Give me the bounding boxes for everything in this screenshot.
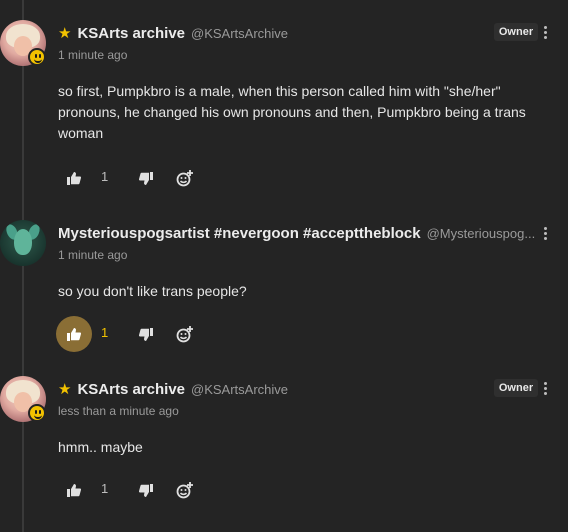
like-count: 1 (101, 169, 109, 184)
star-icon: ★ (58, 24, 72, 42)
smiley-badge-icon (28, 48, 46, 66)
emoji-add-icon (176, 325, 193, 342)
add-reaction-button[interactable] (174, 160, 196, 196)
thumbs-down-icon (139, 171, 153, 185)
emoji-add-icon (176, 169, 193, 186)
comment-text: so first, Pumpkbro is a male, when this … (58, 83, 526, 141)
add-reaction-button[interactable] (174, 316, 196, 352)
more-vertical-icon[interactable] (544, 26, 548, 39)
like-count: 1 (101, 325, 109, 340)
author-handle[interactable]: @KSArtsArchive (191, 26, 288, 41)
thumbs-up-icon (67, 327, 81, 341)
avatar[interactable] (0, 220, 46, 266)
thumbs-up-icon (67, 483, 81, 497)
like-button[interactable] (56, 160, 92, 196)
more-vertical-icon[interactable] (544, 382, 548, 395)
add-reaction-button[interactable] (174, 472, 196, 508)
author-name[interactable]: KSArts archive (77, 25, 185, 42)
author-name[interactable]: Mysteriouspogsartist #nevergoon #acceptt… (58, 225, 421, 242)
author-name[interactable]: KSArts archive (77, 381, 185, 398)
dislike-button[interactable] (136, 316, 156, 352)
smiley-badge-icon (28, 404, 46, 422)
like-count: 1 (101, 481, 109, 496)
dislike-button[interactable] (136, 160, 156, 196)
owner-badge: Owner (494, 379, 538, 397)
thumbs-down-icon (139, 483, 153, 497)
comment: ★ KSArts archive @KSArtsArchive less tha… (0, 376, 568, 516)
comment-text: hmm.. maybe (58, 439, 143, 455)
author-handle[interactable]: @KSArtsArchive (191, 382, 288, 397)
more-vertical-icon[interactable] (544, 227, 548, 240)
thumbs-up-icon (67, 171, 81, 185)
like-button[interactable] (56, 316, 92, 352)
timestamp: less than a minute ago (58, 404, 179, 418)
dislike-button[interactable] (136, 472, 156, 508)
timestamp: 1 minute ago (58, 248, 128, 262)
comment: ★ KSArts archive @KSArtsArchive 1 minute… (0, 20, 568, 200)
owner-badge: Owner (494, 23, 538, 41)
comment: Mysteriouspogsartist #nevergoon #acceptt… (0, 220, 568, 355)
author-handle[interactable]: @Mysteriouspog... (427, 226, 536, 241)
thumbs-down-icon (139, 327, 153, 341)
timestamp: 1 minute ago (58, 48, 128, 62)
star-icon: ★ (58, 380, 72, 398)
like-button[interactable] (56, 472, 92, 508)
comment-text: so you don't like trans people? (58, 283, 247, 299)
emoji-add-icon (176, 481, 193, 498)
